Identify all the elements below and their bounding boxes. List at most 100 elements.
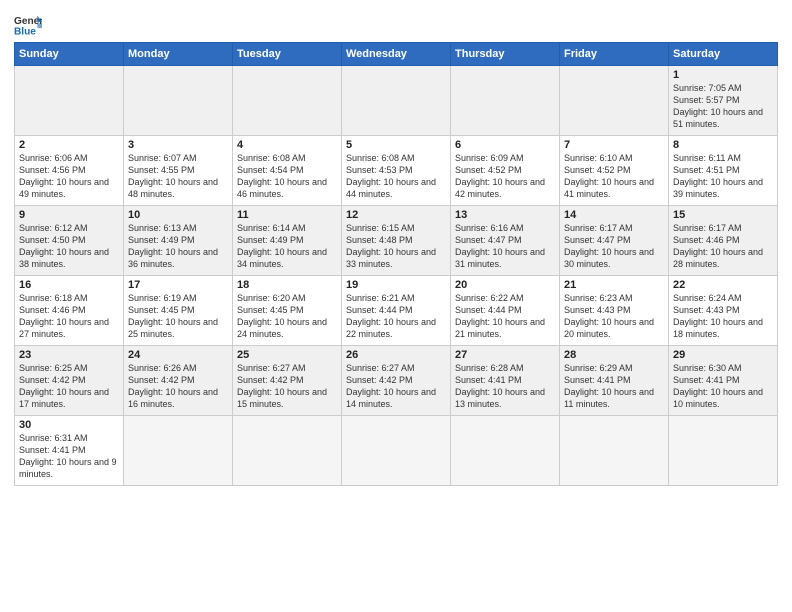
calendar-day-cell — [124, 416, 233, 486]
calendar-week-row: 2Sunrise: 6:06 AM Sunset: 4:56 PM Daylig… — [15, 136, 778, 206]
calendar-day-cell — [669, 416, 778, 486]
weekday-header-sunday: Sunday — [15, 43, 124, 66]
calendar-week-row: 9Sunrise: 6:12 AM Sunset: 4:50 PM Daylig… — [15, 206, 778, 276]
day-number: 26 — [346, 349, 446, 361]
day-info: Sunrise: 6:22 AM Sunset: 4:44 PM Dayligh… — [455, 292, 555, 341]
calendar-day-cell — [560, 416, 669, 486]
calendar-day-cell: 22Sunrise: 6:24 AM Sunset: 4:43 PM Dayli… — [669, 276, 778, 346]
day-number: 23 — [19, 349, 119, 361]
calendar-day-cell: 24Sunrise: 6:26 AM Sunset: 4:42 PM Dayli… — [124, 346, 233, 416]
day-info: Sunrise: 6:06 AM Sunset: 4:56 PM Dayligh… — [19, 152, 119, 201]
day-number: 15 — [673, 209, 773, 221]
calendar-day-cell: 5Sunrise: 6:08 AM Sunset: 4:53 PM Daylig… — [342, 136, 451, 206]
calendar-day-cell: 3Sunrise: 6:07 AM Sunset: 4:55 PM Daylig… — [124, 136, 233, 206]
day-number: 24 — [128, 349, 228, 361]
calendar-table: SundayMondayTuesdayWednesdayThursdayFrid… — [14, 42, 778, 486]
day-number: 20 — [455, 279, 555, 291]
weekday-header-thursday: Thursday — [451, 43, 560, 66]
day-number: 7 — [564, 139, 664, 151]
calendar-day-cell: 10Sunrise: 6:13 AM Sunset: 4:49 PM Dayli… — [124, 206, 233, 276]
calendar-day-cell: 21Sunrise: 6:23 AM Sunset: 4:43 PM Dayli… — [560, 276, 669, 346]
day-info: Sunrise: 6:17 AM Sunset: 4:46 PM Dayligh… — [673, 222, 773, 271]
day-info: Sunrise: 6:21 AM Sunset: 4:44 PM Dayligh… — [346, 292, 446, 341]
calendar-day-cell — [342, 416, 451, 486]
header: General Blue — [14, 10, 778, 36]
day-info: Sunrise: 6:09 AM Sunset: 4:52 PM Dayligh… — [455, 152, 555, 201]
day-info: Sunrise: 6:23 AM Sunset: 4:43 PM Dayligh… — [564, 292, 664, 341]
calendar-day-cell: 29Sunrise: 6:30 AM Sunset: 4:41 PM Dayli… — [669, 346, 778, 416]
day-number: 9 — [19, 209, 119, 221]
day-info: Sunrise: 6:31 AM Sunset: 4:41 PM Dayligh… — [19, 432, 119, 481]
day-info: Sunrise: 6:14 AM Sunset: 4:49 PM Dayligh… — [237, 222, 337, 271]
day-info: Sunrise: 6:10 AM Sunset: 4:52 PM Dayligh… — [564, 152, 664, 201]
calendar-day-cell: 25Sunrise: 6:27 AM Sunset: 4:42 PM Dayli… — [233, 346, 342, 416]
calendar-day-cell: 11Sunrise: 6:14 AM Sunset: 4:49 PM Dayli… — [233, 206, 342, 276]
weekday-header-saturday: Saturday — [669, 43, 778, 66]
day-number: 3 — [128, 139, 228, 151]
day-number: 14 — [564, 209, 664, 221]
calendar-day-cell — [342, 66, 451, 136]
calendar-week-row: 30Sunrise: 6:31 AM Sunset: 4:41 PM Dayli… — [15, 416, 778, 486]
calendar-day-cell: 8Sunrise: 6:11 AM Sunset: 4:51 PM Daylig… — [669, 136, 778, 206]
weekday-header-wednesday: Wednesday — [342, 43, 451, 66]
day-number: 21 — [564, 279, 664, 291]
weekday-header-friday: Friday — [560, 43, 669, 66]
day-number: 19 — [346, 279, 446, 291]
day-number: 13 — [455, 209, 555, 221]
day-info: Sunrise: 6:25 AM Sunset: 4:42 PM Dayligh… — [19, 362, 119, 411]
calendar-day-cell: 20Sunrise: 6:22 AM Sunset: 4:44 PM Dayli… — [451, 276, 560, 346]
day-info: Sunrise: 6:13 AM Sunset: 4:49 PM Dayligh… — [128, 222, 228, 271]
day-info: Sunrise: 6:24 AM Sunset: 4:43 PM Dayligh… — [673, 292, 773, 341]
calendar-day-cell: 2Sunrise: 6:06 AM Sunset: 4:56 PM Daylig… — [15, 136, 124, 206]
day-number: 29 — [673, 349, 773, 361]
svg-text:Blue: Blue — [14, 26, 36, 36]
calendar-day-cell: 19Sunrise: 6:21 AM Sunset: 4:44 PM Dayli… — [342, 276, 451, 346]
weekday-header-monday: Monday — [124, 43, 233, 66]
day-info: Sunrise: 6:30 AM Sunset: 4:41 PM Dayligh… — [673, 362, 773, 411]
day-number: 8 — [673, 139, 773, 151]
day-number: 2 — [19, 139, 119, 151]
day-info: Sunrise: 6:29 AM Sunset: 4:41 PM Dayligh… — [564, 362, 664, 411]
weekday-header-row: SundayMondayTuesdayWednesdayThursdayFrid… — [15, 43, 778, 66]
day-number: 30 — [19, 419, 119, 431]
day-number: 4 — [237, 139, 337, 151]
calendar-day-cell: 9Sunrise: 6:12 AM Sunset: 4:50 PM Daylig… — [15, 206, 124, 276]
calendar-day-cell — [451, 416, 560, 486]
day-info: Sunrise: 6:28 AM Sunset: 4:41 PM Dayligh… — [455, 362, 555, 411]
day-info: Sunrise: 6:18 AM Sunset: 4:46 PM Dayligh… — [19, 292, 119, 341]
calendar-day-cell — [451, 66, 560, 136]
day-number: 1 — [673, 69, 773, 81]
calendar-day-cell: 4Sunrise: 6:08 AM Sunset: 4:54 PM Daylig… — [233, 136, 342, 206]
day-info: Sunrise: 6:19 AM Sunset: 4:45 PM Dayligh… — [128, 292, 228, 341]
day-info: Sunrise: 6:27 AM Sunset: 4:42 PM Dayligh… — [346, 362, 446, 411]
calendar-day-cell: 30Sunrise: 6:31 AM Sunset: 4:41 PM Dayli… — [15, 416, 124, 486]
day-number: 27 — [455, 349, 555, 361]
calendar-day-cell: 15Sunrise: 6:17 AM Sunset: 4:46 PM Dayli… — [669, 206, 778, 276]
day-number: 16 — [19, 279, 119, 291]
day-info: Sunrise: 6:17 AM Sunset: 4:47 PM Dayligh… — [564, 222, 664, 271]
day-info: Sunrise: 6:26 AM Sunset: 4:42 PM Dayligh… — [128, 362, 228, 411]
calendar-day-cell — [124, 66, 233, 136]
calendar-day-cell — [560, 66, 669, 136]
calendar-day-cell: 27Sunrise: 6:28 AM Sunset: 4:41 PM Dayli… — [451, 346, 560, 416]
day-info: Sunrise: 7:05 AM Sunset: 5:57 PM Dayligh… — [673, 82, 773, 131]
calendar-day-cell: 16Sunrise: 6:18 AM Sunset: 4:46 PM Dayli… — [15, 276, 124, 346]
day-number: 25 — [237, 349, 337, 361]
calendar-day-cell: 18Sunrise: 6:20 AM Sunset: 4:45 PM Dayli… — [233, 276, 342, 346]
calendar-week-row: 1Sunrise: 7:05 AM Sunset: 5:57 PM Daylig… — [15, 66, 778, 136]
day-number: 5 — [346, 139, 446, 151]
day-number: 22 — [673, 279, 773, 291]
day-info: Sunrise: 6:16 AM Sunset: 4:47 PM Dayligh… — [455, 222, 555, 271]
calendar-day-cell: 13Sunrise: 6:16 AM Sunset: 4:47 PM Dayli… — [451, 206, 560, 276]
day-number: 6 — [455, 139, 555, 151]
calendar-day-cell: 12Sunrise: 6:15 AM Sunset: 4:48 PM Dayli… — [342, 206, 451, 276]
calendar-day-cell: 28Sunrise: 6:29 AM Sunset: 4:41 PM Dayli… — [560, 346, 669, 416]
calendar-day-cell — [233, 66, 342, 136]
day-number: 10 — [128, 209, 228, 221]
day-info: Sunrise: 6:27 AM Sunset: 4:42 PM Dayligh… — [237, 362, 337, 411]
calendar-week-row: 16Sunrise: 6:18 AM Sunset: 4:46 PM Dayli… — [15, 276, 778, 346]
day-number: 28 — [564, 349, 664, 361]
day-info: Sunrise: 6:20 AM Sunset: 4:45 PM Dayligh… — [237, 292, 337, 341]
calendar-day-cell: 14Sunrise: 6:17 AM Sunset: 4:47 PM Dayli… — [560, 206, 669, 276]
day-number: 12 — [346, 209, 446, 221]
